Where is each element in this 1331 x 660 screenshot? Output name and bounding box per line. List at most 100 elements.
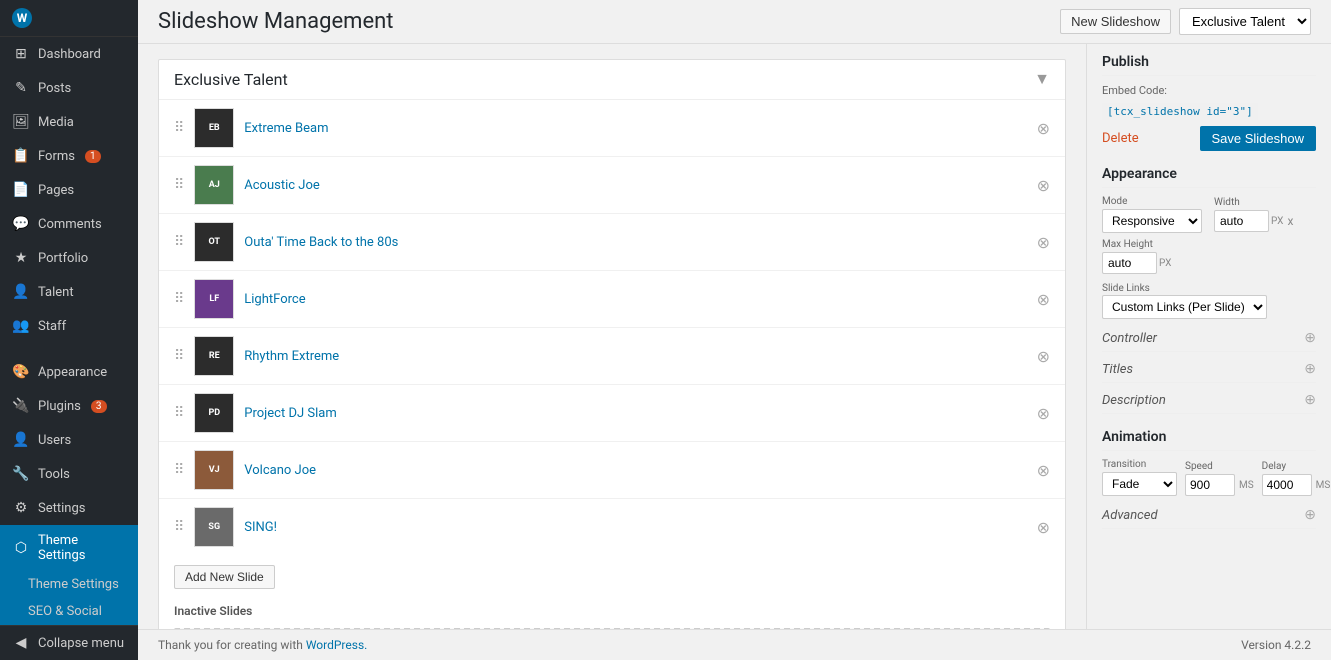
max-height-input[interactable]: auto — [1102, 252, 1157, 274]
collapse-menu-button[interactable]: ◀ Collapse menu — [0, 626, 138, 660]
transition-select[interactable]: Fade — [1102, 472, 1177, 496]
drag-handle-icon[interactable]: ⠿ — [174, 519, 184, 535]
sidebar-item-dashboard[interactable]: ⊞ Dashboard — [0, 37, 138, 71]
staff-icon: 👥 — [12, 317, 30, 335]
width-label: Width — [1214, 197, 1295, 208]
submenu-theme-settings[interactable]: Theme Settings — [0, 571, 138, 598]
sidebar-item-label: Talent — [38, 285, 74, 300]
delay-label: Delay — [1262, 461, 1331, 472]
sidebar-item-theme-settings[interactable]: ⬡ Theme Settings — [0, 525, 138, 571]
appearance-section: Appearance Mode Responsive Width auto PX — [1102, 166, 1316, 414]
slide-name-link[interactable]: LightForce — [244, 292, 1026, 307]
slide-name-link[interactable]: Volcano Joe — [244, 463, 1026, 478]
sidebar-item-label: Tools — [38, 467, 70, 482]
wp-logo-icon: W — [12, 8, 32, 28]
width-input[interactable]: auto — [1214, 210, 1269, 232]
sidebar-item-media[interactable]: 🖼 Media — [0, 105, 138, 139]
slide-delete-icon[interactable]: ⊗ — [1037, 404, 1050, 423]
titles-collapsible[interactable]: Titles ⊕ — [1102, 356, 1316, 383]
drag-handle-icon[interactable]: ⠿ — [174, 291, 184, 307]
sidebar-logo: W — [0, 0, 138, 37]
right-sidebar: Publish Embed Code: [tcx_slideshow id="3… — [1086, 44, 1331, 629]
forms-badge: 1 — [85, 150, 101, 163]
drag-handle-icon[interactable]: ⠿ — [174, 120, 184, 136]
slide-name-link[interactable]: Project DJ Slam — [244, 406, 1026, 421]
sidebar-item-portfolio[interactable]: ★ Portfolio — [0, 241, 138, 275]
sidebar-item-talent[interactable]: 👤 Talent — [0, 275, 138, 309]
sidebar-item-label: Users — [38, 433, 71, 448]
drag-handle-icon[interactable]: ⠿ — [174, 177, 184, 193]
delay-unit: MS — [1316, 480, 1331, 491]
settings-icon: ⚙ — [12, 499, 30, 517]
slide-thumbnail: OT — [194, 222, 234, 262]
content-area: Exclusive Talent ▼ ⠿ EB Extreme Beam ⊗ ⠿… — [138, 44, 1331, 629]
controller-collapsible[interactable]: Controller ⊕ — [1102, 325, 1316, 352]
slide-delete-icon[interactable]: ⊗ — [1037, 119, 1050, 138]
slide-delete-icon[interactable]: ⊗ — [1037, 518, 1050, 537]
sidebar-item-plugins[interactable]: 🔌 Plugins 3 — [0, 389, 138, 423]
submenu-seo-social[interactable]: SEO & Social — [0, 598, 138, 625]
slide-delete-icon[interactable]: ⊗ — [1037, 290, 1050, 309]
thumb-label: EB — [209, 123, 220, 133]
description-collapsible[interactable]: Description ⊕ — [1102, 387, 1316, 414]
slide-name-link[interactable]: Acoustic Joe — [244, 178, 1026, 193]
sidebar-item-label: Settings — [38, 501, 85, 516]
slide-delete-icon[interactable]: ⊗ — [1037, 233, 1050, 252]
slide-thumbnail: EB — [194, 108, 234, 148]
embed-code-label: Embed Code: — [1102, 84, 1167, 97]
sidebar-item-appearance[interactable]: 🎨 Appearance — [0, 355, 138, 389]
sidebar-item-forms[interactable]: 📋 Forms 1 — [0, 139, 138, 173]
add-new-slide-button[interactable]: Add New Slide — [174, 565, 275, 589]
drag-handle-icon[interactable]: ⠿ — [174, 234, 184, 250]
slideshow-selector[interactable]: Exclusive Talent — [1179, 8, 1311, 35]
wordpress-link[interactable]: WordPress. — [306, 638, 367, 652]
speed-input[interactable]: 900 — [1185, 474, 1235, 496]
mode-col: Mode Responsive — [1102, 196, 1202, 233]
slide-delete-icon[interactable]: ⊗ — [1037, 461, 1050, 480]
slide-thumbnail: LF — [194, 279, 234, 319]
delay-input[interactable]: 4000 — [1262, 474, 1312, 496]
topbar-right: New Slideshow Exclusive Talent — [1060, 8, 1311, 35]
mode-select[interactable]: Responsive — [1102, 209, 1202, 233]
slide-links-select[interactable]: Custom Links (Per Slide) — [1102, 295, 1267, 319]
description-label: Description — [1102, 393, 1166, 408]
slide-name-link[interactable]: Extreme Beam — [244, 121, 1026, 136]
drag-handle-icon[interactable]: ⠿ — [174, 405, 184, 421]
drag-handle-icon[interactable]: ⠿ — [174, 348, 184, 364]
sidebar-item-users[interactable]: 👤 Users — [0, 423, 138, 457]
sidebar-item-comments[interactable]: 💬 Comments — [0, 207, 138, 241]
sidebar-footer: ◀ Collapse menu — [0, 625, 138, 660]
save-slideshow-button[interactable]: Save Slideshow — [1200, 126, 1317, 151]
slide-name-link[interactable]: Outa' Time Back to the 80s — [244, 235, 1026, 250]
drag-handle-icon[interactable]: ⠿ — [174, 462, 184, 478]
talent-icon: 👤 — [12, 283, 30, 301]
slideshow-header: Exclusive Talent ▼ — [159, 60, 1065, 100]
advanced-label: Advanced — [1102, 508, 1158, 523]
table-row: ⠿ OT Outa' Time Back to the 80s ⊗ — [159, 214, 1065, 271]
slideshow-collapse-button[interactable]: ▼ — [1034, 71, 1050, 89]
dashboard-icon: ⊞ — [12, 45, 30, 63]
sidebar-item-staff[interactable]: 👥 Staff — [0, 309, 138, 343]
topbar: Slideshow Management New Slideshow Exclu… — [138, 0, 1331, 44]
theme-settings-icon: ⬡ — [12, 539, 30, 557]
mode-width-row: Mode Responsive Width auto PX x — [1102, 196, 1316, 274]
portfolio-icon: ★ — [12, 249, 30, 267]
sidebar-item-posts[interactable]: ✎ Posts — [0, 71, 138, 105]
new-slideshow-button[interactable]: New Slideshow — [1060, 9, 1171, 34]
tools-icon: 🔧 — [12, 465, 30, 483]
sidebar-item-settings[interactable]: ⚙ Settings — [0, 491, 138, 525]
description-expand-icon: ⊕ — [1304, 392, 1316, 408]
table-row: ⠿ VJ Volcano Joe ⊗ — [159, 442, 1065, 499]
media-icon: 🖼 — [12, 113, 30, 131]
slide-name-link[interactable]: Rhythm Extreme — [244, 349, 1026, 364]
slide-delete-icon[interactable]: ⊗ — [1037, 176, 1050, 195]
delete-link[interactable]: Delete — [1102, 131, 1139, 146]
advanced-collapsible[interactable]: Advanced ⊕ — [1102, 502, 1316, 529]
slide-delete-icon[interactable]: ⊗ — [1037, 347, 1050, 366]
thumb-label: PD — [208, 408, 220, 418]
table-row: ⠿ LF LightForce ⊗ — [159, 271, 1065, 328]
sidebar-item-tools[interactable]: 🔧 Tools — [0, 457, 138, 491]
footer-left: Thank you for creating with WordPress. — [158, 638, 367, 652]
sidebar-item-pages[interactable]: 📄 Pages — [0, 173, 138, 207]
slide-name-link[interactable]: SING! — [244, 520, 1026, 535]
